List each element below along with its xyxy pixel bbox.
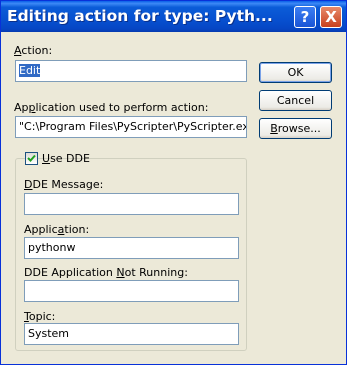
help-button[interactable]: ? <box>294 6 316 28</box>
dde-topic-label: Topic: <box>24 310 56 323</box>
close-button[interactable]: X <box>320 6 342 28</box>
dde-not-running-label: DDE Application Not Running: <box>24 266 188 279</box>
use-dde-label: Use DDE <box>42 152 90 165</box>
dde-message-input[interactable] <box>24 193 239 215</box>
dde-topic-input[interactable]: System <box>24 323 239 345</box>
cancel-button[interactable]: Cancel <box>259 90 332 111</box>
browse-button[interactable]: Browse... <box>259 118 332 139</box>
use-dde-checkbox[interactable]: Use DDE <box>25 152 90 166</box>
edit-action-dialog: Editing action for type: Pyth... ? X Act… <box>0 0 347 365</box>
title-bar[interactable]: Editing action for type: Pyth... ? X <box>1 1 346 32</box>
action-input[interactable]: Edit <box>15 60 247 82</box>
checkmark-icon <box>27 154 36 162</box>
application-path-input[interactable]: "C:\Program Files\PyScripter\PyScripter.… <box>15 116 247 138</box>
action-label: Action: <box>14 44 53 57</box>
checkbox-box[interactable] <box>25 152 38 165</box>
application-path-label: Application used to perform action: <box>14 101 209 114</box>
dde-message-label: DDE Message: <box>24 178 104 191</box>
dde-application-input[interactable]: pythonw <box>24 237 239 259</box>
close-icon: X <box>325 8 337 26</box>
window-title: Editing action for type: Pyth... <box>7 7 273 25</box>
dde-application-label: Application: <box>24 223 90 236</box>
ok-button[interactable]: OK <box>259 62 332 83</box>
dde-not-running-input[interactable] <box>24 280 239 302</box>
help-icon: ? <box>300 8 310 26</box>
